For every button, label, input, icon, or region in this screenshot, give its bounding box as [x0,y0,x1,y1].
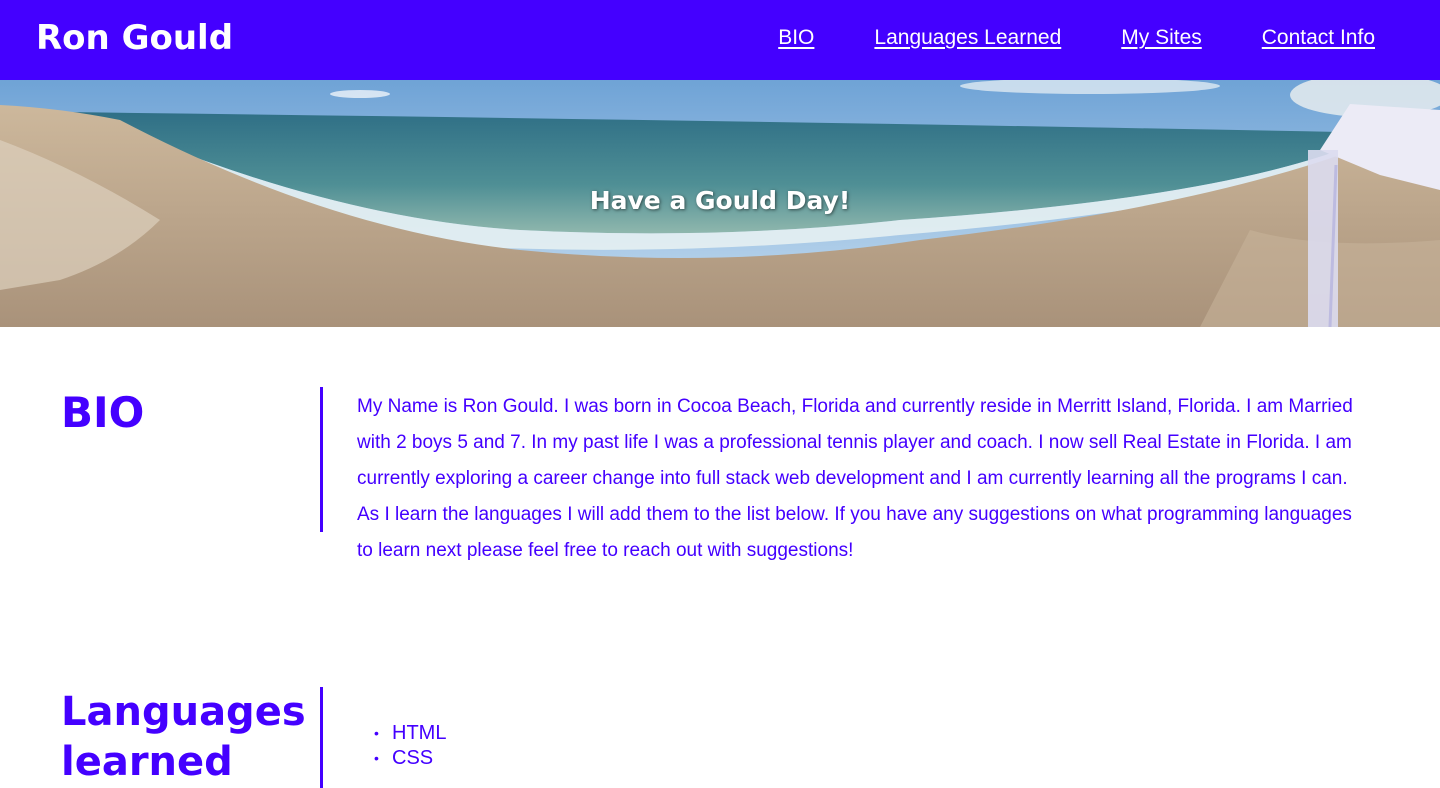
nav-link-contact-info[interactable]: Contact Info [1262,26,1375,50]
site-header: Ron Gould BIO Languages Learned My Sites… [0,0,1440,80]
nav-link-bio[interactable]: BIO [778,26,814,50]
languages-section: Languages learned HTML CSS [0,687,1440,788]
hero-banner: Have a Gould Day! [0,80,1440,327]
bio-heading: BIO [61,388,145,437]
languages-heading-line1: Languages [61,689,306,735]
site-title: Ron Gould [36,18,234,58]
bio-text: My Name is Ron Gould. I was born in Coco… [357,396,1353,561]
list-item: CSS [374,746,446,771]
languages-heading-line2: learned [61,739,233,785]
nav-link-languages-learned[interactable]: Languages Learned [874,26,1061,50]
nav-link-my-sites[interactable]: My Sites [1121,26,1202,50]
languages-list: HTML CSS [374,721,447,771]
bio-divider [320,387,323,532]
hero-tagline: Have a Gould Day! [589,186,851,215]
languages-divider [320,687,323,788]
languages-heading: Languages learned [61,687,306,787]
bio-section: BIO My Name is Ron Gould. I was born in … [0,387,1440,561]
main-nav: BIO Languages Learned My Sites Contact I… [778,26,1375,50]
list-item: HTML [374,721,447,746]
